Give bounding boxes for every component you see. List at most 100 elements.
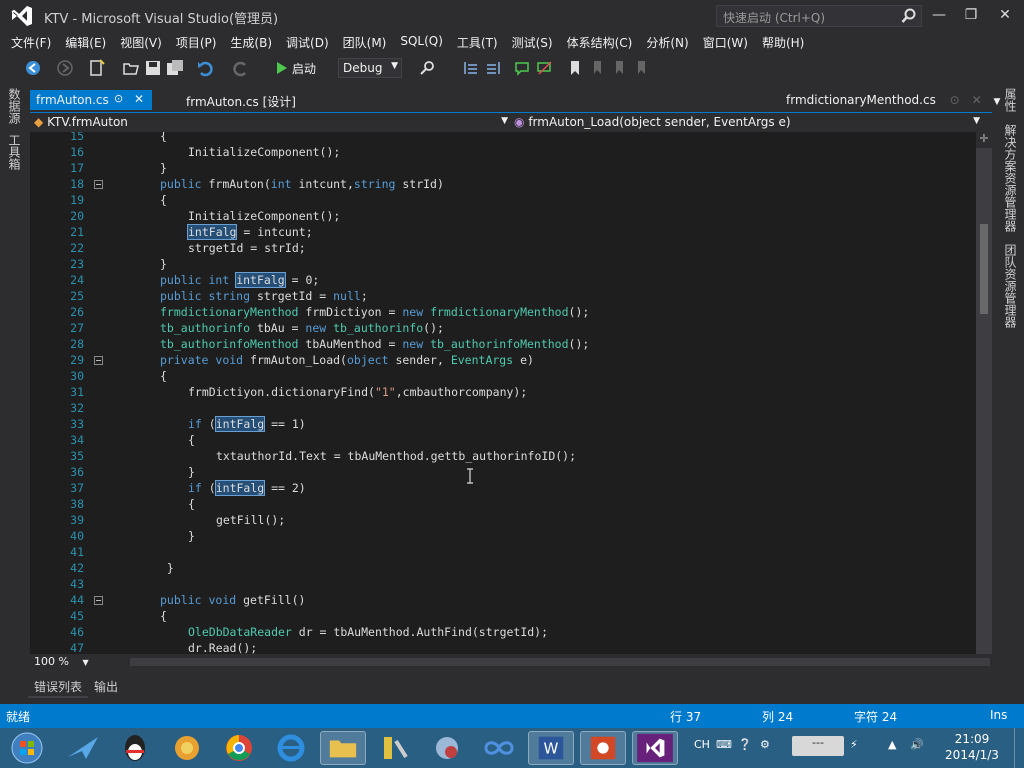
back-icon[interactable]	[24, 59, 42, 77]
minimize-icon[interactable]: —	[926, 4, 952, 26]
team-explorer-panel-tab[interactable]: 团队资源管理器	[1002, 244, 1019, 328]
chrome-icon[interactable]	[216, 731, 262, 765]
code-line[interactable]: 40}	[30, 529, 976, 545]
menu-edit[interactable]: 编辑(E)	[58, 32, 113, 52]
code-line[interactable]: 42 }	[30, 561, 976, 577]
uncomment-icon[interactable]	[536, 59, 554, 77]
code-line[interactable]: 33 if (intFalg == 1)	[30, 416, 976, 433]
collapse-icon[interactable]	[94, 356, 103, 365]
show-hidden-icons-icon[interactable]: ▲	[888, 738, 896, 751]
close-icon[interactable]: ✕	[972, 93, 982, 107]
code-line[interactable]: 26 frmdictionaryMenthod frmDictiyon = new…	[30, 305, 976, 321]
save-all-icon[interactable]	[166, 59, 184, 77]
next-bookmark-icon[interactable]	[610, 59, 628, 77]
redo-icon[interactable]	[232, 59, 250, 77]
code-line[interactable]: 41	[30, 545, 976, 561]
code-line[interactable]: 44 public void getFill()	[30, 593, 976, 609]
solution-config-select[interactable]: Debug ▼	[338, 58, 402, 78]
split-window-icon[interactable]: ✛	[976, 132, 992, 146]
datasource-panel-tab[interactable]: 数据源	[6, 88, 23, 124]
code-line[interactable]: 16 InitializeComponent();	[30, 145, 976, 161]
code-line[interactable]: 45 {	[30, 609, 976, 625]
code-line[interactable]: 25 public string strgetId = null;	[30, 289, 976, 305]
code-editor[interactable]: 15{16 InitializeComponent(); 17} 18 public f…	[30, 132, 976, 654]
member-dropdown[interactable]: ◉ frmAuton_Load(object sender, EventArgs…	[514, 115, 984, 131]
class-dropdown[interactable]: ◆ KTV.frmAuton ▼	[34, 115, 512, 131]
code-line[interactable]: 35 txtauthorId.Text = tbAuMenthod.gettb_a…	[30, 449, 976, 465]
code-line[interactable]: 38 {	[30, 497, 976, 513]
forward-icon[interactable]	[56, 59, 74, 77]
system-clock[interactable]: 21:09 2014/1/3	[936, 731, 1008, 763]
code-line[interactable]: 43	[30, 577, 976, 593]
menu-build[interactable]: 生成(B)	[223, 32, 279, 52]
collapse-icon[interactable]	[94, 180, 103, 189]
menu-team[interactable]: 团队(M)	[336, 32, 394, 52]
bookmark-icon[interactable]	[566, 59, 584, 77]
powerpoint-icon[interactable]	[580, 731, 626, 765]
help-icon[interactable]: ❔	[738, 738, 752, 751]
outdent-icon[interactable]	[484, 59, 502, 77]
vertical-scrollbar[interactable]	[976, 148, 992, 654]
code-line[interactable]: 20 InitializeComponent();	[30, 209, 976, 225]
menu-file[interactable]: 文件(F)	[4, 32, 58, 52]
search-icon[interactable]	[901, 8, 917, 24]
start-debug-button[interactable]: 启动	[276, 59, 316, 77]
volume-icon[interactable]: 🔊	[910, 738, 924, 751]
comment-icon[interactable]	[514, 59, 532, 77]
flying-bird-app-icon[interactable]	[60, 731, 106, 765]
clear-bookmarks-icon[interactable]	[632, 59, 650, 77]
open-file-icon[interactable]	[122, 59, 140, 77]
menu-project[interactable]: 项目(P)	[169, 32, 224, 52]
tray-input-box[interactable]: ---	[792, 736, 844, 756]
zoom-level[interactable]: 100 % ▼	[34, 655, 89, 668]
pin-icon[interactable]: ⊙	[114, 92, 123, 105]
code-line[interactable]: 15 {	[30, 132, 976, 145]
code-line[interactable]: 18 public frmAuton(int intcunt,string str…	[30, 177, 976, 193]
visual-studio-taskbar-icon[interactable]	[632, 731, 678, 765]
code-line[interactable]: 24 public int intFalg = 0;	[30, 272, 976, 289]
tab-frmdictionarymenthod-cs[interactable]: frmdictionaryMenthod.cs ⊙ ✕ ▼	[780, 90, 1006, 110]
qq-icon[interactable]	[112, 731, 158, 765]
game-app-icon[interactable]	[164, 731, 210, 765]
menu-debug[interactable]: 调试(D)	[279, 32, 336, 52]
tools-app-icon[interactable]	[372, 731, 418, 765]
menu-analyze[interactable]: 分析(N)	[639, 32, 695, 52]
infinity-app-icon[interactable]	[476, 731, 522, 765]
solution-explorer-panel-tab[interactable]: 解决方案资源管理器	[1002, 124, 1019, 232]
menu-help[interactable]: 帮助(H)	[755, 32, 811, 52]
file-explorer-icon[interactable]	[320, 731, 366, 765]
show-desktop-button[interactable]	[1014, 728, 1024, 768]
tab-frmauton-design[interactable]: frmAuton.cs [设计]	[180, 90, 302, 110]
tab-frmauton-cs[interactable]: frmAuton.cs ⊙ ✕	[30, 90, 152, 110]
save-icon[interactable]	[144, 59, 162, 77]
restore-icon[interactable]: ❐	[958, 4, 984, 26]
find-icon[interactable]	[418, 59, 436, 77]
code-line[interactable]: 27 tb_authorinfo tbAu = new tb_authorinfo…	[30, 321, 976, 337]
tray-settings-icon[interactable]: ⚙	[760, 738, 770, 751]
indent-icon[interactable]	[462, 59, 480, 77]
internet-explorer-icon[interactable]	[268, 731, 314, 765]
keyboard-icon[interactable]: ⌨	[716, 738, 732, 751]
pin-icon[interactable]: ⊙	[950, 93, 960, 107]
code-line[interactable]: 19 {	[30, 193, 976, 209]
prev-bookmark-icon[interactable]	[588, 59, 606, 77]
code-line[interactable]: 32	[30, 401, 976, 417]
new-project-icon[interactable]	[88, 59, 106, 77]
start-menu-icon[interactable]	[2, 731, 52, 765]
close-icon[interactable]: ✕	[992, 4, 1018, 26]
input-language[interactable]: CH	[694, 738, 710, 751]
close-icon[interactable]: ✕	[134, 92, 144, 106]
code-line[interactable]: 39 getFill();	[30, 513, 976, 529]
code-line[interactable]: 31 frmDictiyon.dictionaryFind("1",cmbauth…	[30, 385, 976, 401]
word-icon[interactable]: W	[528, 731, 574, 765]
tab-error-list[interactable]: 错误列表	[28, 676, 89, 698]
scrollbar-thumb[interactable]	[980, 224, 988, 314]
code-line[interactable]: 37 if (intFalg == 2)	[30, 480, 976, 497]
menu-test[interactable]: 测试(S)	[505, 32, 560, 52]
code-line[interactable]: 30 {	[30, 369, 976, 385]
undo-icon[interactable]	[196, 59, 214, 77]
power-icon[interactable]: ⚡	[850, 738, 858, 751]
tab-output[interactable]: 输出	[88, 676, 124, 698]
code-line[interactable]: 17}	[30, 161, 976, 177]
code-line[interactable]: 46 OleDbDataReader dr = tbAuMenthod.AuthF…	[30, 625, 976, 641]
